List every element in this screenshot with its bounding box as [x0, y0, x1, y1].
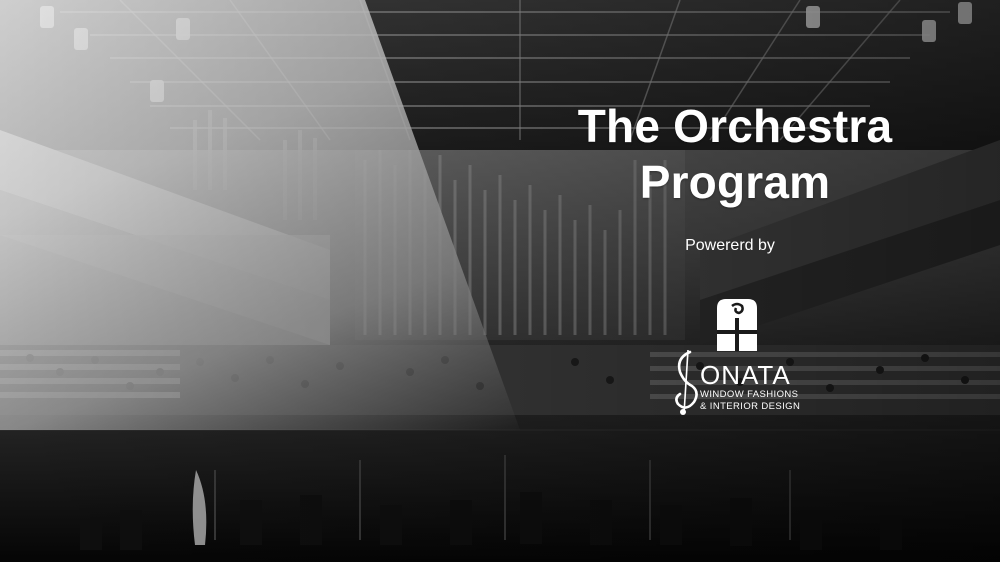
slide-canvas: The Orchestra Program Powererd by ONATA … — [0, 0, 1000, 562]
dark-overlay — [0, 0, 1000, 562]
title-line-1: The Orchestra — [577, 100, 893, 152]
brand-name: ONATA — [700, 360, 791, 390]
treble-clef-s-icon — [675, 349, 698, 415]
title-line-2: Program — [639, 156, 831, 208]
brand-tagline-1: WINDOW FASHIONS — [700, 389, 799, 400]
brand-tagline-2: & INTERIOR DESIGN — [700, 401, 801, 412]
powered-by-text: Powererd by — [685, 237, 775, 254]
page-title: The Orchestra Program — [520, 98, 950, 210]
window-icon — [717, 299, 757, 351]
sonata-brand-logo: ONATA WINDOW FASHIONS & INTERIOR DESIGN — [670, 348, 810, 418]
